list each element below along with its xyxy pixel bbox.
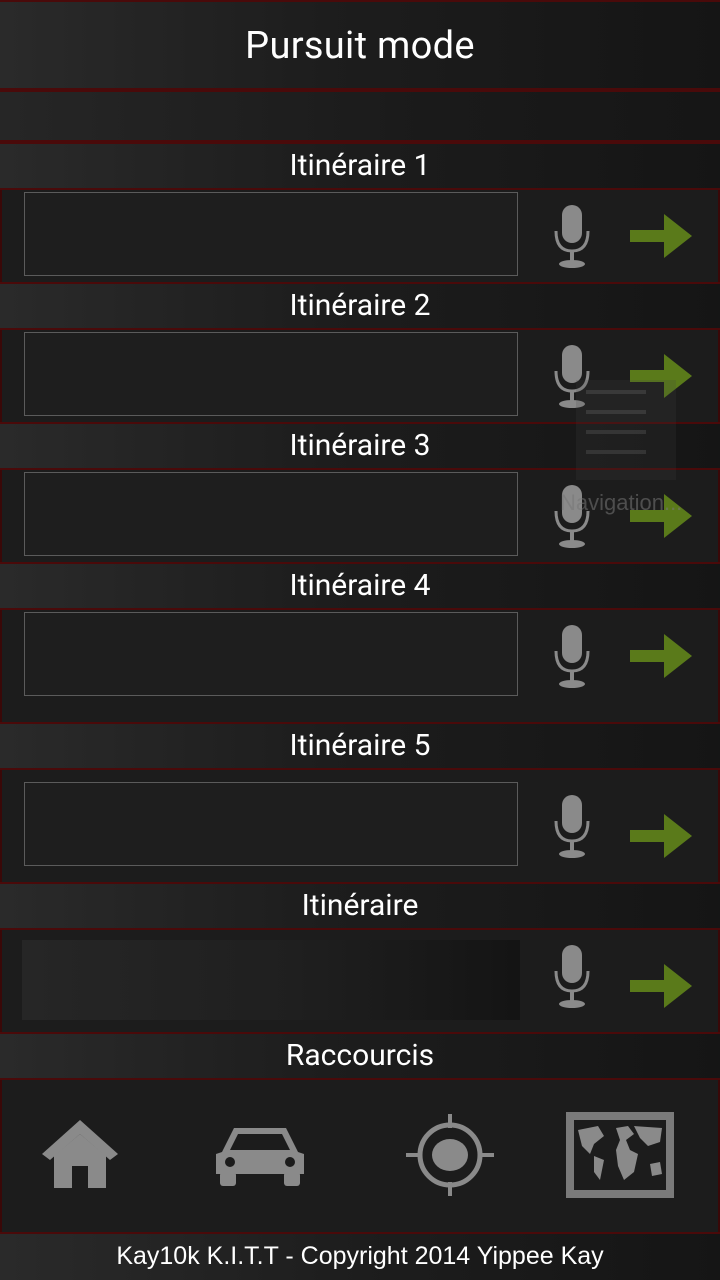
go-arrow-icon[interactable]	[628, 812, 694, 860]
route-4-input[interactable]	[24, 612, 518, 696]
route-5-label: Itinéraire 5	[0, 722, 720, 770]
page-title: Pursuit mode	[0, 0, 720, 90]
route-1-row	[0, 190, 720, 282]
microphone-icon[interactable]	[550, 943, 594, 1009]
route-1-input[interactable]	[24, 192, 518, 276]
route-3-row	[0, 470, 720, 562]
route-5-input[interactable]	[24, 782, 518, 866]
overlay-thumbnail	[576, 380, 676, 480]
microphone-icon[interactable]	[550, 623, 594, 689]
spacer-bar	[0, 90, 720, 142]
route-1-label: Itinéraire 1	[0, 142, 720, 190]
route-generic-label: Itinéraire	[0, 882, 720, 930]
route-3-input[interactable]	[24, 472, 518, 556]
route-generic-field[interactable]	[22, 940, 520, 1020]
route-2-label: Itinéraire 2	[0, 282, 720, 330]
copyright-footer: Kay10k K.I.T.T - Copyright 2014 Yippee K…	[0, 1232, 720, 1280]
shortcuts-label: Raccourcis	[0, 1032, 720, 1080]
home-icon[interactable]	[38, 1116, 122, 1190]
go-arrow-icon[interactable]	[628, 212, 694, 260]
location-target-icon[interactable]	[404, 1112, 496, 1198]
route-4-label: Itinéraire 4	[0, 562, 720, 610]
microphone-icon[interactable]	[550, 203, 594, 269]
car-icon[interactable]	[212, 1122, 308, 1188]
go-arrow-icon[interactable]	[628, 962, 694, 1010]
overlay-navigation-text: Navigation...	[560, 490, 683, 515]
route-2-input[interactable]	[24, 332, 518, 416]
route-5-row	[0, 770, 720, 882]
go-arrow-icon[interactable]	[628, 632, 694, 680]
route-generic-row	[0, 930, 720, 1032]
route-4-row	[0, 610, 720, 722]
microphone-icon[interactable]	[550, 793, 594, 859]
world-map-icon[interactable]	[564, 1110, 676, 1200]
